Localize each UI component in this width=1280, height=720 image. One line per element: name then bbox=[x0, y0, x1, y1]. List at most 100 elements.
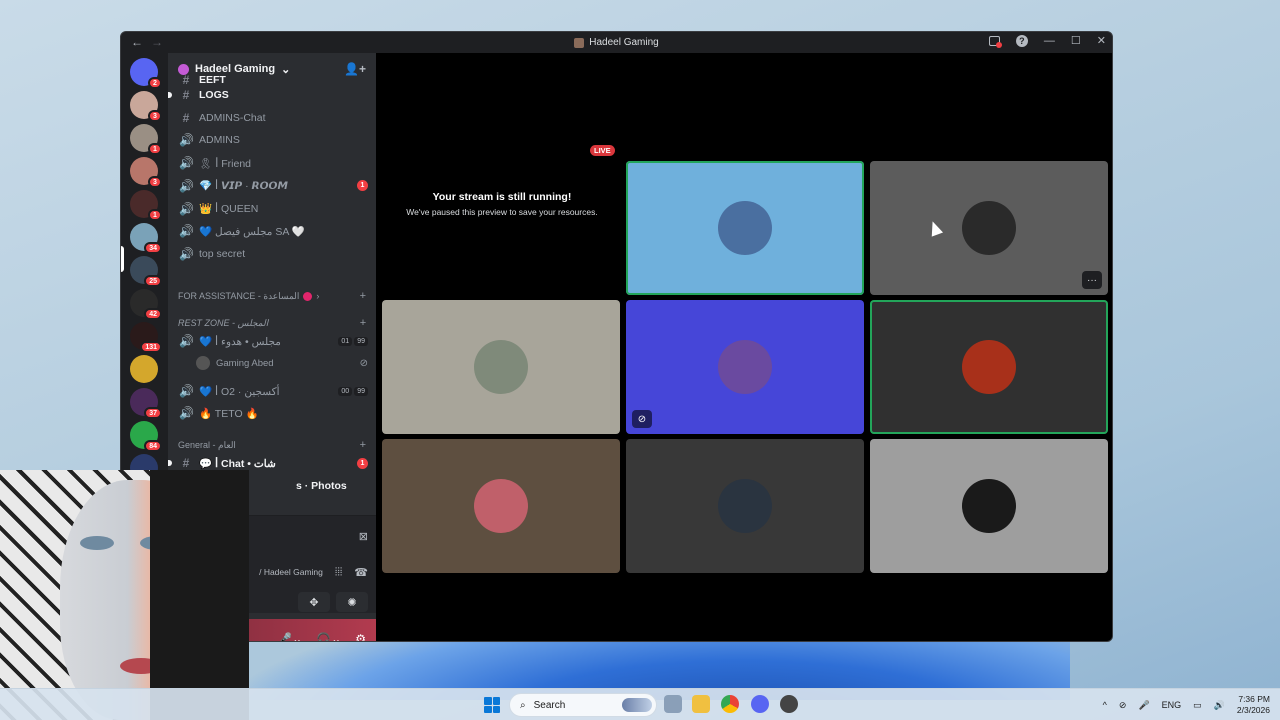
category-label: FOR ASSISTANCE - المساعدة bbox=[178, 290, 300, 301]
windows-start-icon[interactable] bbox=[484, 697, 500, 713]
server-icon-server-2[interactable]: 1 bbox=[130, 124, 162, 155]
chrome-icon[interactable] bbox=[721, 695, 739, 713]
server-icon-server-6[interactable]: 42 bbox=[130, 289, 162, 320]
task-view-icon[interactable] bbox=[664, 695, 682, 713]
user-count: 01 bbox=[338, 336, 353, 346]
avatar bbox=[718, 479, 772, 533]
tile-user-7[interactable] bbox=[626, 439, 864, 573]
server-icon-server-4[interactable]: 1 bbox=[130, 190, 162, 221]
mention-badge: 1 bbox=[357, 457, 368, 469]
time: 7:36 PM bbox=[1238, 694, 1270, 704]
hair-shape bbox=[150, 470, 249, 720]
tile-user-4[interactable]: ⊘ bbox=[626, 300, 864, 434]
category-label: REST ZONE - المجلس bbox=[178, 317, 269, 328]
unread-indicator bbox=[168, 92, 172, 98]
tile-user-8[interactable] bbox=[870, 439, 1108, 573]
file-explorer-icon[interactable] bbox=[692, 695, 710, 713]
taskbar-search[interactable]: ⌕ Search bbox=[509, 693, 657, 717]
voice-channel-4[interactable]: 🔊 💎 ꟾ 𝙑𝙄𝙋 · 𝙍𝙊𝙊𝙈 1 bbox=[176, 176, 368, 196]
category-rest-zone[interactable]: REST ZONE - المجلس + bbox=[178, 315, 366, 331]
voice-channel-majlis[interactable]: 🔊 💙 ꟾ مجلس • هدوء 01 99 bbox=[176, 331, 368, 351]
server-icon-hadeel-gaming[interactable]: 34 bbox=[130, 223, 162, 254]
category-assistance[interactable]: FOR ASSISTANCE - المساعدة › + bbox=[178, 288, 366, 304]
search-placeholder: Search bbox=[533, 699, 566, 711]
screen-share-close-icon[interactable]: ⊠ bbox=[359, 530, 368, 543]
server-icon-server-sa[interactable]: 25 bbox=[130, 256, 162, 287]
back-arrow-icon[interactable]: ← bbox=[131, 35, 143, 49]
speaker-icon: 🔊 bbox=[179, 156, 194, 171]
voice-channel-7[interactable]: 🔊 top secret bbox=[176, 244, 368, 264]
channel-clipped[interactable]: # EEFT bbox=[176, 75, 368, 85]
text-channel-0[interactable]: # LOGS bbox=[168, 85, 368, 105]
create-channel-icon[interactable]: + bbox=[360, 439, 366, 451]
maximize-button[interactable]: ☐ bbox=[1071, 34, 1081, 47]
inbox-icon[interactable] bbox=[988, 35, 1002, 48]
selected-server-pill bbox=[121, 246, 124, 272]
voice-channel-3[interactable]: 🔊 🎗 ꟾ Friend bbox=[176, 153, 368, 173]
server-badge: 131 bbox=[140, 341, 162, 353]
text-channel-icon: # bbox=[182, 110, 190, 125]
soundboard-button[interactable]: ✺ bbox=[336, 592, 368, 612]
server-icon-server-1[interactable]: 3 bbox=[130, 91, 162, 122]
channel-label: 🔥 TETO 🔥 bbox=[199, 407, 259, 420]
tile-user-5[interactable] bbox=[870, 300, 1108, 434]
voice-channel-5[interactable]: 🔊 👑 ꟾ QUEEN bbox=[176, 199, 368, 219]
invite-icon[interactable]: 👤+ bbox=[344, 62, 366, 76]
voice-channel-2[interactable]: 🔊 ADMINS bbox=[176, 130, 368, 150]
channel-label: 🎗 ꟾ Friend bbox=[199, 157, 252, 170]
chevron-down-icon: ⌄ bbox=[281, 63, 291, 76]
search-highlight-icon bbox=[622, 698, 652, 712]
server-badge: 3 bbox=[148, 176, 162, 188]
channel-label: 💙 ꟾ مجلس • هدوء bbox=[199, 335, 281, 348]
server-icon-server-10[interactable]: 84 bbox=[130, 421, 162, 452]
server-icon-server-st[interactable]: 131 bbox=[130, 322, 162, 353]
forward-arrow-icon[interactable]: → bbox=[151, 35, 163, 49]
discord-icon[interactable] bbox=[751, 695, 769, 713]
channel-label: LOGS bbox=[199, 89, 229, 101]
avatar bbox=[718, 340, 772, 394]
mention-badge: 1 bbox=[357, 180, 368, 192]
more-options-button[interactable]: ··· bbox=[1082, 271, 1102, 289]
tile-user-2[interactable]: ··· bbox=[870, 161, 1108, 295]
server-icon-discord-home[interactable]: 2 bbox=[130, 58, 162, 89]
help-icon[interactable]: ? bbox=[1015, 34, 1028, 47]
voice-channel-o2[interactable]: 🔊 💙 ꟾ O2 · أكسجين 00 99 bbox=[176, 381, 368, 401]
channel-label: ADMINS bbox=[199, 134, 240, 147]
create-channel-icon[interactable]: + bbox=[360, 290, 366, 302]
close-button[interactable]: ✕ bbox=[1097, 34, 1106, 47]
channel-label: 💎 ꟾ 𝙑𝙄𝙋 · 𝙍𝙊𝙊𝙈 bbox=[199, 180, 288, 193]
disconnect-icon[interactable]: ☎ bbox=[354, 566, 368, 579]
text-channel-1[interactable]: # ADMINS-Chat bbox=[176, 108, 368, 128]
volume-icon[interactable]: 🔊 bbox=[1214, 700, 1225, 711]
voice-user[interactable]: Gaming Abed ⊘ bbox=[196, 354, 368, 372]
server-icon-server-8[interactable] bbox=[130, 355, 158, 383]
language-indicator[interactable]: ENG bbox=[1162, 700, 1182, 710]
create-channel-icon[interactable]: + bbox=[360, 317, 366, 329]
microphone-icon[interactable]: 🎤⌄ bbox=[277, 632, 302, 641]
microphone-icon[interactable]: 🎤 bbox=[1138, 700, 1149, 711]
chevron-up-icon[interactable]: ^ bbox=[1103, 700, 1107, 710]
app-icon[interactable] bbox=[780, 695, 798, 713]
tile-user-1[interactable] bbox=[626, 161, 864, 295]
speaker-icon: 🔊 bbox=[179, 334, 194, 348]
headphones-icon[interactable]: 🎧⌄ bbox=[316, 632, 341, 641]
title-bar: ← → Hadeel Gaming ? — ☐ ✕ bbox=[121, 32, 1112, 53]
tile-user-6[interactable] bbox=[382, 439, 620, 573]
server-icon-server-9[interactable]: 37 bbox=[130, 388, 162, 419]
clock[interactable]: 7:36 PM 2/3/2026 bbox=[1237, 694, 1270, 716]
noise-suppression-icon[interactable]: ⦙⦙⦙ bbox=[335, 566, 342, 579]
user-limit: 99 bbox=[354, 336, 368, 346]
voice-channel-6[interactable]: 🔊 💙 مجلس فيصل SA 🤍 bbox=[176, 221, 368, 241]
voice-channel-teto[interactable]: 🔊 🔥 TETO 🔥 bbox=[176, 403, 368, 423]
tile-user-3[interactable] bbox=[382, 300, 620, 434]
gear-icon[interactable]: ⚙ bbox=[355, 632, 366, 641]
mute-icon[interactable]: ⊘ bbox=[1119, 700, 1127, 711]
category-general[interactable]: General - العام + bbox=[178, 437, 366, 453]
avatar bbox=[474, 340, 528, 394]
minimize-button[interactable]: — bbox=[1044, 35, 1055, 47]
server-icon-server-3[interactable]: 3 bbox=[130, 157, 162, 188]
display-icon[interactable]: ▭ bbox=[1193, 700, 1202, 711]
activities-button[interactable]: ✥ bbox=[298, 592, 330, 612]
avatar bbox=[962, 340, 1016, 394]
discord-window: ← → Hadeel Gaming ? — ☐ ✕ 2 3 1 3 1 34 25 42 131… bbox=[120, 31, 1113, 642]
